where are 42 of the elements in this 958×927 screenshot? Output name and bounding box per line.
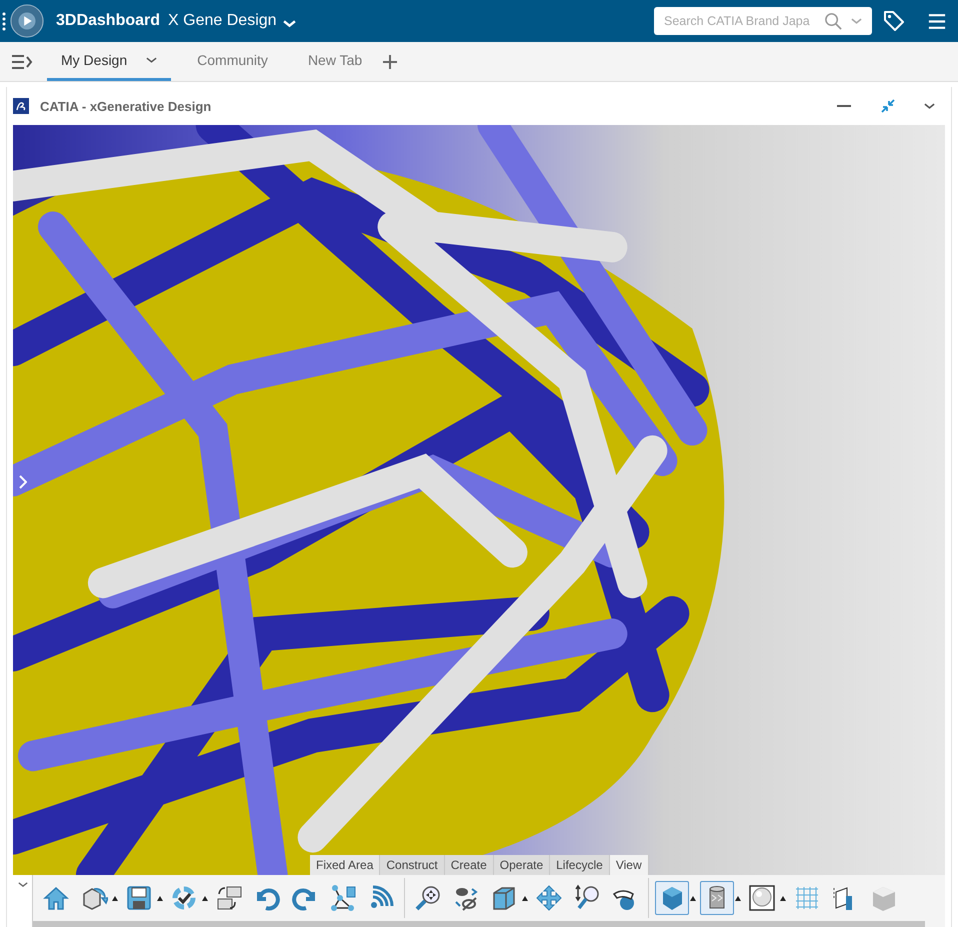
3d-model-view[interactable]: Fixed Area Construct Create Operate Lifecycle View xyxy=(13,125,945,875)
home-icon xyxy=(42,884,70,912)
pan-icon xyxy=(535,884,563,912)
app-name: 3DDashboard xyxy=(56,12,160,30)
scrollbar[interactable] xyxy=(33,921,925,927)
dropdown-arrow-icon[interactable] xyxy=(112,896,118,900)
dropdown-arrow-icon[interactable] xyxy=(202,896,208,900)
tag-icon[interactable] xyxy=(882,9,906,33)
collapse-icon[interactable] xyxy=(880,98,896,114)
dropdown-arrow-icon[interactable] xyxy=(735,896,741,900)
dropdown-arrow-icon[interactable] xyxy=(780,896,786,900)
compass-icon[interactable] xyxy=(10,4,44,38)
tab[interactable]: Community xyxy=(183,42,282,81)
grid-icon xyxy=(793,884,821,912)
search-bar[interactable]: Search CATIA Brand Japa xyxy=(654,7,872,35)
tab[interactable]: New Tab xyxy=(294,42,376,81)
chevron-right-icon[interactable] xyxy=(19,475,27,489)
sidebar-toggle-icon[interactable] xyxy=(11,54,33,70)
chevron-down-icon[interactable] xyxy=(924,102,935,110)
zoom-icon xyxy=(573,884,601,912)
update-icon xyxy=(170,884,198,912)
dropdown-arrow-icon[interactable] xyxy=(522,896,528,900)
app-logo-icon xyxy=(13,98,29,114)
chevron-down-icon[interactable] xyxy=(146,56,158,64)
grip-icon[interactable] xyxy=(2,11,6,31)
widget-title: CATIA - xGenerative Design xyxy=(40,98,212,114)
save-icon xyxy=(125,884,153,912)
dashboard-name[interactable]: X Gene Design xyxy=(168,12,277,30)
search-icon[interactable] xyxy=(824,12,843,30)
add-tab-icon[interactable] xyxy=(382,54,398,70)
toggle-button[interactable] xyxy=(700,881,734,915)
node-graph-icon xyxy=(329,884,357,912)
toggle-button[interactable] xyxy=(655,881,689,915)
chevron-down-icon[interactable] xyxy=(18,881,28,888)
dropdown-arrow-icon[interactable] xyxy=(690,896,696,900)
section-tab[interactable]: View xyxy=(610,855,649,875)
dropdown-arrow-icon[interactable] xyxy=(157,896,163,900)
tab[interactable]: My Design xyxy=(47,42,172,81)
menu-icon[interactable] xyxy=(928,12,946,30)
swap-windows-icon xyxy=(215,884,243,912)
zoom-fit-icon xyxy=(414,884,442,912)
section-tab[interactable]: Fixed Area xyxy=(310,855,380,875)
